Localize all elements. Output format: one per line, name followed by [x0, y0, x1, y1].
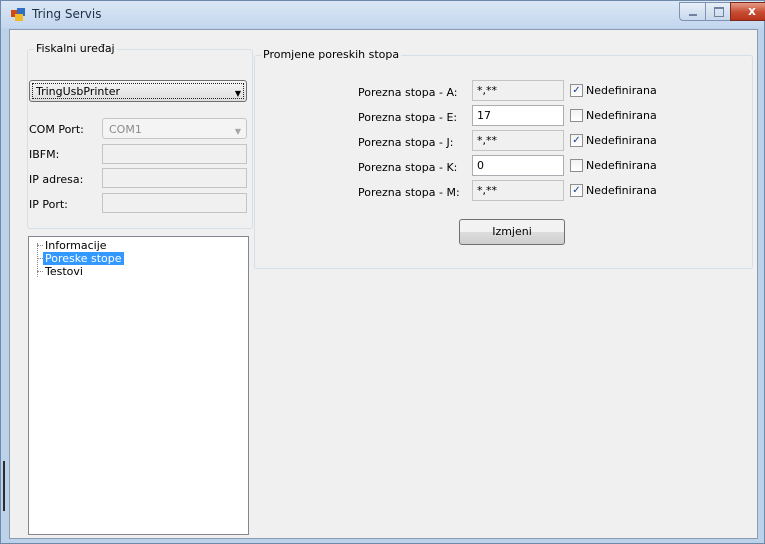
rate-e-undefined-checkbox[interactable]: [570, 109, 583, 122]
rate-a-input[interactable]: *,**: [472, 80, 564, 101]
rate-a-value: *,**: [477, 84, 497, 97]
close-button[interactable]: x: [730, 2, 765, 21]
app-icon: [11, 8, 25, 21]
ibfm-field[interactable]: [102, 144, 247, 164]
chevron-down-icon: ▼: [234, 89, 241, 98]
com-port-label: COM Port:: [29, 123, 84, 136]
minimize-icon: [689, 14, 697, 16]
close-icon: x: [748, 4, 756, 18]
rate-m-value: *,**: [477, 184, 497, 197]
rate-e-label: Porezna stopa - E:: [358, 111, 458, 124]
tree-item-informacije[interactable]: Informacije: [43, 239, 109, 252]
ibfm-label: IBFM:: [29, 148, 60, 161]
com-port-value: COM1: [109, 123, 142, 136]
fiscal-device-group-label: Fiskalni uređaj: [34, 42, 117, 55]
window-title: Tring Servis: [32, 7, 102, 21]
maximize-icon: [714, 7, 724, 17]
maximize-button[interactable]: [705, 2, 731, 21]
tax-rates-group-label: Promjene poreskih stopa: [261, 48, 402, 61]
ip-address-field[interactable]: [102, 168, 247, 188]
ip-port-label: IP Port:: [29, 198, 68, 211]
rate-e-value: 17: [477, 109, 491, 122]
ip-address-label: IP adresa:: [29, 173, 84, 186]
tree-item-testovi[interactable]: Testovi: [43, 265, 85, 278]
rate-a-undefined-label[interactable]: Nedefinirana: [586, 84, 657, 97]
rate-j-input[interactable]: *,**: [472, 130, 564, 151]
minimize-button[interactable]: [679, 2, 706, 21]
rate-a-label: Porezna stopa - A:: [358, 86, 458, 99]
rate-k-value: 0: [477, 159, 484, 172]
apply-button[interactable]: Izmjeni: [459, 219, 565, 245]
rate-m-input[interactable]: *,**: [472, 180, 564, 201]
rate-m-label: Porezna stopa - M:: [358, 186, 460, 199]
ip-port-field[interactable]: [102, 193, 247, 213]
apply-button-label: Izmjeni: [492, 225, 532, 238]
rate-k-undefined-label[interactable]: Nedefinirana: [586, 159, 657, 172]
tree-item-poreske-stope[interactable]: Poreske stope: [43, 252, 124, 265]
rate-j-undefined-label[interactable]: Nedefinirana: [586, 134, 657, 147]
app-window: Tring Servis x Fiskalni uređaj TringUsbP…: [0, 0, 765, 544]
rate-j-value: *,**: [477, 134, 497, 147]
nav-tree[interactable]: Informacije Poreske stope Testovi: [28, 236, 249, 535]
client-area: Fiskalni uređaj TringUsbPrinter ▼ COM Po…: [9, 29, 758, 539]
chevron-down-icon: ▼: [234, 127, 241, 136]
rate-k-undefined-checkbox[interactable]: [570, 159, 583, 172]
rate-j-label: Porezna stopa - J:: [358, 136, 454, 149]
window-edge-marker: [3, 461, 5, 511]
rate-k-input[interactable]: 0: [472, 155, 564, 176]
rate-e-undefined-label[interactable]: Nedefinirana: [586, 109, 657, 122]
rate-j-undefined-checkbox[interactable]: ✓: [570, 134, 583, 147]
device-select[interactable]: TringUsbPrinter ▼: [29, 80, 247, 102]
rate-e-input[interactable]: 17: [472, 105, 564, 126]
rate-m-undefined-checkbox[interactable]: ✓: [570, 184, 583, 197]
rate-m-undefined-label[interactable]: Nedefinirana: [586, 184, 657, 197]
rate-a-undefined-checkbox[interactable]: ✓: [570, 84, 583, 97]
rate-k-label: Porezna stopa - K:: [358, 161, 458, 174]
title-bar[interactable]: Tring Servis x: [1, 1, 765, 28]
com-port-select[interactable]: COM1 ▼: [102, 118, 247, 139]
device-select-value: TringUsbPrinter: [36, 85, 120, 98]
